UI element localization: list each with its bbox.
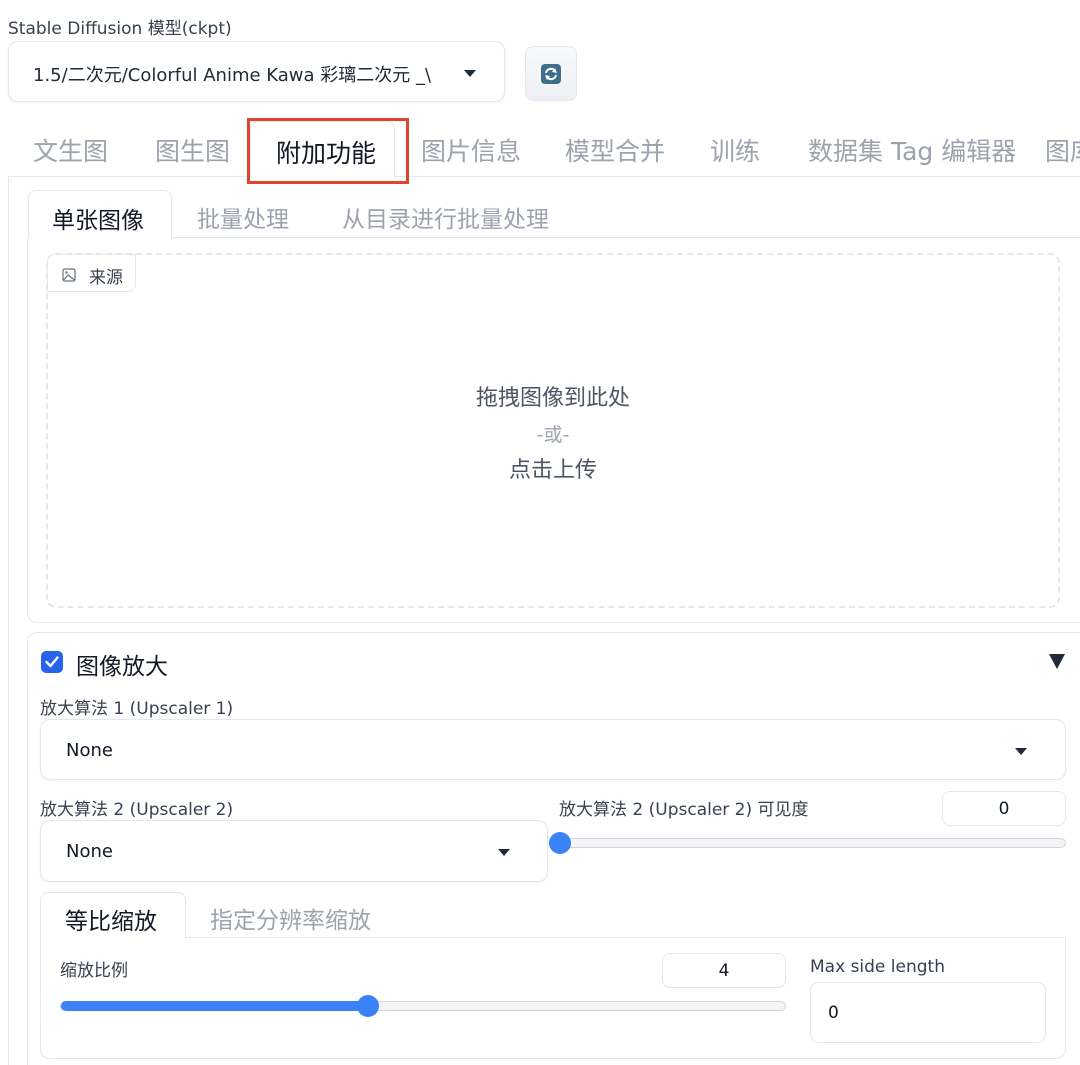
drop-or-text: -或- [536,424,570,446]
slider-fill [61,1001,368,1011]
upscaler2-visibility-slider[interactable] [549,832,1066,854]
chevron-down-icon [1015,748,1027,755]
tab-train[interactable]: 训练 [710,132,760,168]
upscaler2-value: None [66,841,113,862]
tab-txt2img[interactable]: 文生图 [33,132,108,168]
upscale-section-title: 图像放大 [76,654,168,680]
max-side-length-value: 0 [828,1003,839,1023]
subtab-batch-process[interactable]: 批量处理 [197,200,289,234]
scale-ratio-number[interactable]: 4 [662,953,786,988]
click-upload-text[interactable]: 点击上传 [46,452,1060,484]
model-dropdown[interactable]: 1.5/二次元/Colorful Anime Kawa 彩璃二次元 _\ [8,41,505,102]
tab-dataset-tag-editor[interactable]: 数据集 Tag 编辑器 [808,132,1016,168]
upscaler2-label: 放大算法 2 (Upscaler 2) [40,800,234,820]
subtab-single-image-label: 单张图像 [52,208,144,234]
scale-tab-divider [186,937,1066,938]
source-label-tag: 来源 [47,254,136,292]
subtab-batch-from-directory[interactable]: 从目录进行批量处理 [342,200,549,234]
max-side-length-input[interactable]: 0 [810,982,1046,1043]
refresh-button[interactable] [525,46,577,101]
refresh-icon [541,64,561,84]
upscaler2-dropdown[interactable]: None [40,820,548,882]
chevron-down-icon [498,849,510,856]
tab-scale-to[interactable]: 指定分辨率缩放 [210,901,371,935]
tab-scale-by[interactable]: 等比缩放 [40,892,186,939]
scale-ratio-label: 缩放比例 [60,961,128,981]
drop-hint-text: 拖拽图像到此处 [475,386,630,411]
subtab-single-image[interactable]: 单张图像 [28,190,172,239]
model-selected-value: 1.5/二次元/Colorful Anime Kawa 彩璃二次元 _\ [33,65,432,86]
max-side-length-label: Max side length [810,957,945,977]
tab-img2img[interactable]: 图生图 [155,132,230,168]
source-label: 来源 [89,268,123,288]
tab-checkpoint-merger[interactable]: 模型合并 [565,132,665,168]
check-icon [45,656,59,668]
tab-highlight-box [247,118,409,184]
upscaler1-dropdown[interactable]: None [40,719,1066,780]
chevron-down-icon [464,70,476,77]
upscale-enable-checkbox[interactable] [41,651,63,673]
tab-gallery[interactable]: 图库 [1045,132,1080,168]
model-label: Stable Diffusion 模型(ckpt) [8,19,232,39]
tab-scale-by-label: 等比缩放 [65,909,157,935]
tab-png-info[interactable]: 图片信息 [421,132,521,168]
collapse-arrow-icon[interactable] [1049,654,1065,669]
slider-thumb[interactable] [356,995,379,1017]
scale-ratio-slider[interactable] [60,995,786,1017]
upscaler2-visibility-label: 放大算法 2 (Upscaler 2) 可见度 [559,800,809,820]
upscaler1-value: None [66,740,113,761]
upscaler2-visibility-number[interactable]: 0 [942,791,1066,826]
image-icon [62,268,76,282]
slider-thumb[interactable] [549,832,571,854]
upscaler1-label: 放大算法 1 (Upscaler 1) [40,699,234,719]
